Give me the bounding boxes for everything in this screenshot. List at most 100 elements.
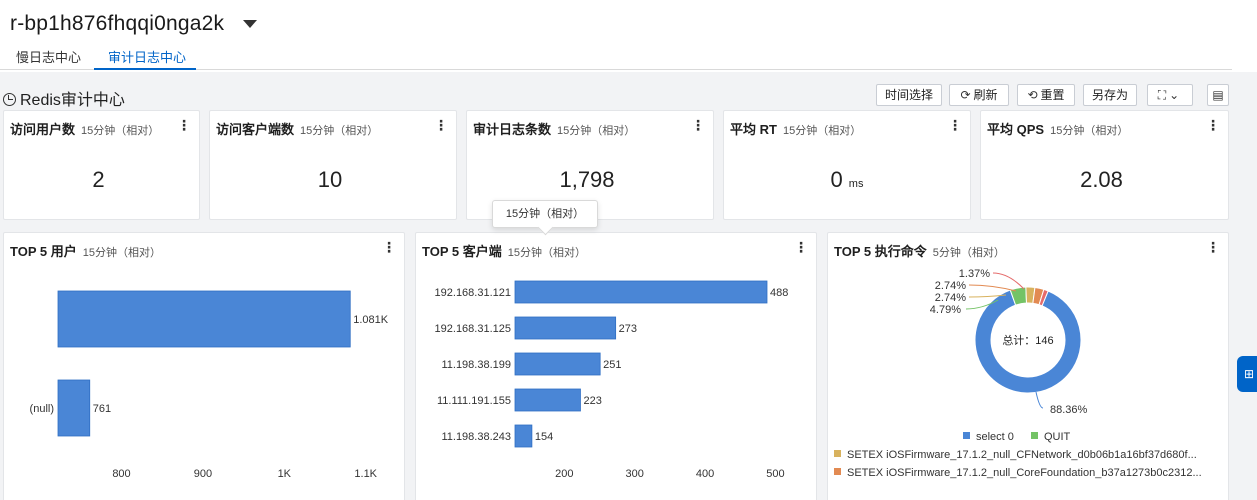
legend-row: select 0 QUIT [963, 431, 1070, 443]
kpi-value: 10 [317, 167, 343, 192]
kpi-card-users: 访问用户数 15分钟（相对） ⋮ 2 [3, 110, 200, 220]
fullscreen-dropdown-button[interactable]: ⛶ ⌄ [1147, 84, 1193, 106]
top5-commands-donut-chart: 总计：14688.36%4.79%2.74%2.74%1.37% [930, 268, 1088, 416]
slice-percent-label: 4.79% [930, 304, 961, 316]
bar [514, 388, 581, 412]
more-menu-icon[interactable]: ⋮ [1206, 240, 1220, 254]
kpi-value: 1,798 [559, 167, 615, 192]
reset-icon: ⟲ [1027, 88, 1038, 102]
kpi-title: 平均 RT [730, 122, 777, 137]
bar [514, 280, 768, 304]
kpi-title: 访问用户数 [10, 122, 76, 137]
kpi-value: 2.08 [1080, 167, 1123, 192]
kpi-card-avg-qps: 平均 QPS 15分钟（相对） ⋮ 2.08 [980, 110, 1229, 220]
time-select-button[interactable]: 时间选择 [876, 84, 942, 106]
kpi-card-clients: 访问客户端数 15分钟（相对） ⋮ 10 [209, 110, 457, 220]
legend-item[interactable]: QUIT [1030, 431, 1070, 443]
panel-top5-users: TOP 5 用户 15分钟（相对） ⋮ 1.081K 761 (null) 800 900… [3, 232, 405, 500]
top5-clients-bar-chart: 488 192.168.31.121 273 192.168.31.125 251 11.… [435, 280, 788, 480]
more-menu-icon[interactable]: ⋮ [948, 118, 962, 132]
tab-auditlog[interactable]: 审计日志中心 [108, 47, 186, 66]
category-label: 11.198.38.199 [441, 359, 511, 371]
legend-item[interactable]: select 0 [963, 431, 1014, 443]
category-label: 192.168.31.125 [435, 323, 511, 335]
legend-item[interactable]: SETEX iOSFirmware_17.1.2_null_CoreFounda… [834, 467, 1202, 479]
leader-line [992, 272, 1025, 290]
instance-dropdown-caret-icon[interactable] [243, 20, 257, 28]
legend-swatch [834, 468, 841, 475]
x-tick-label: 300 [625, 468, 643, 480]
section-title: Redis审计中心 [3, 86, 125, 110]
panel-top5-commands: TOP 5 执行命令 5分钟（相对） ⋮ 总计：146 88.36% 4.79% 2.7… [827, 232, 1229, 500]
more-menu-icon[interactable]: ⋮ [434, 118, 448, 132]
kpi-title: 访问客户端数 [216, 122, 295, 137]
bar [57, 379, 91, 437]
more-menu-icon[interactable]: ⋮ [1206, 118, 1220, 132]
kpi-subtitle: 15分钟（相对） [782, 125, 862, 137]
bar [514, 352, 601, 376]
tab-slowlog[interactable]: 慢日志中心 [16, 47, 81, 66]
kpi-subtitle: 15分钟（相对） [1050, 125, 1129, 137]
legend-item[interactable]: SETEX iOSFirmware_17.1.2_null_CFNetwork_… [834, 449, 1197, 461]
panel-subtitle: 5分钟（相对） [932, 247, 1005, 259]
more-menu-icon[interactable]: ⋮ [691, 118, 705, 132]
kpi-subtitle: 15分钟（相对） [557, 125, 636, 137]
kpi-subtitle: 15分钟（相对） [300, 125, 379, 137]
bar [514, 424, 533, 448]
x-tick-label: 500 [766, 468, 784, 480]
more-menu-icon[interactable]: ⋮ [177, 118, 191, 132]
slice-percent-label: 1.37% [959, 268, 990, 280]
refresh-button[interactable]: ⟳ 刷新 [949, 84, 1009, 106]
panel-title: TOP 5 执行命令 [834, 244, 927, 259]
bar-value-label: 761 [93, 403, 111, 415]
reset-button[interactable]: ⟲ 重置 [1017, 84, 1075, 106]
bar [57, 290, 351, 348]
panel-top5-clients: TOP 5 客户端 15分钟（相对） ⋮ 488 192.168.31.121 273… [415, 232, 817, 500]
refresh-icon: ⟳ [960, 88, 971, 102]
comment-icon: ▤ [1212, 88, 1224, 102]
x-tick-label: 800 [112, 468, 130, 480]
grid-icon: ⊞ [1243, 367, 1255, 381]
slice-percent-label: 2.74% [935, 280, 966, 292]
x-tick-label: 400 [696, 468, 714, 480]
instance-title: r-bp1h876fhqqi0nga2k [10, 12, 225, 35]
fullscreen-icon: ⛶ [1157, 88, 1167, 102]
bar [514, 316, 617, 340]
legend-swatch [963, 432, 970, 439]
donut-center-label: 总计：146 [1002, 333, 1053, 347]
clock-icon [3, 93, 16, 106]
save-as-button[interactable]: 另存为 [1083, 84, 1137, 106]
top-bar: r-bp1h876fhqqi0nga2k 慢日志中心 审计日志中心 [0, 0, 1257, 72]
bar-value-label: 154 [535, 431, 553, 443]
leader-line [1035, 391, 1044, 409]
comment-button[interactable]: ▤ [1207, 84, 1229, 106]
chevron-down-icon: ⌄ [1169, 88, 1180, 102]
legend-swatch [1030, 432, 1038, 439]
bar-value-label: 488 [770, 287, 788, 299]
time-range-tooltip: 15分钟（相对） [492, 200, 598, 228]
kpi-value: 2 [92, 167, 105, 192]
floating-assistant-button[interactable]: ⊞ [1237, 356, 1257, 392]
slice-percent-label: 2.74% [935, 292, 966, 304]
category-label: 11.198.38.243 [441, 431, 511, 443]
top5-users-bar-chart: 1.081K 761 (null) 800 900 1K 1.1K [30, 290, 389, 480]
tab-bar: 慢日志中心 审计日志中心 [0, 42, 1232, 70]
kpi-subtitle: 15分钟（相对） [81, 125, 160, 137]
x-tick-label: 900 [194, 468, 212, 480]
category-label: 192.168.31.121 [435, 287, 511, 299]
x-tick-label: 1.1K [354, 468, 377, 480]
legend-swatch [834, 450, 841, 457]
bar-value-label: 223 [583, 395, 601, 407]
kpi-card-avg-rt: 平均 RT 15分钟（相对） ⋮ 0 ms [723, 110, 971, 220]
kpi-value: 0 ms [830, 167, 864, 192]
category-label: (null) [30, 403, 54, 415]
bar-value-label: 273 [619, 323, 637, 335]
kpi-title: 审计日志条数 [473, 122, 552, 137]
x-tick-label: 1K [278, 468, 292, 480]
slice-percent-label: 88.36% [1050, 404, 1088, 416]
category-label: 11.111.191.155 [437, 395, 511, 407]
bar-value-label: 1.081K [353, 314, 389, 326]
x-tick-label: 200 [555, 468, 573, 480]
active-tab-indicator [94, 68, 196, 70]
bar-value-label: 251 [603, 359, 621, 371]
